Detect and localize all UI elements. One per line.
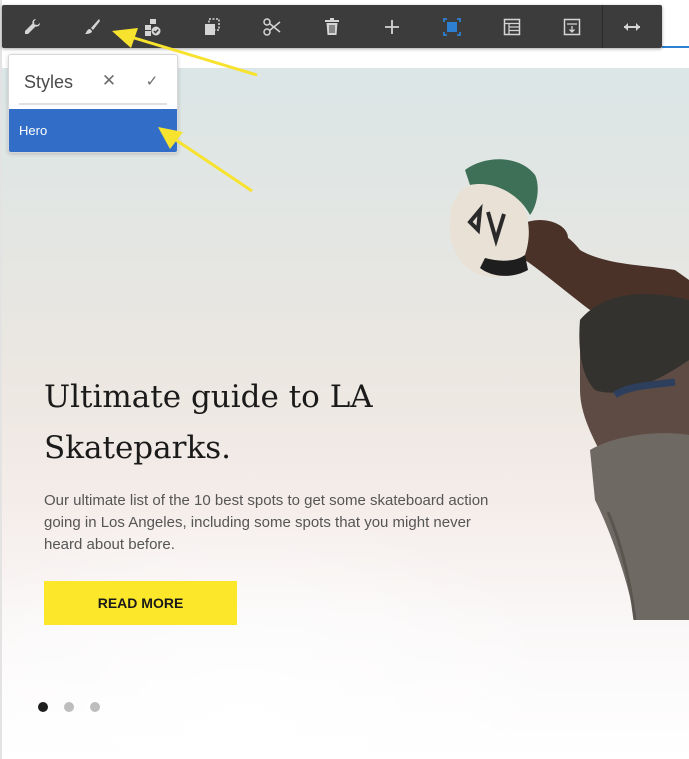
resize-button[interactable]: [602, 5, 662, 48]
configure-button[interactable]: [2, 5, 62, 48]
wrench-icon: [25, 18, 40, 34]
cut-button[interactable]: [242, 5, 302, 48]
policy-icon: [145, 18, 161, 36]
trash-icon: [325, 17, 339, 35]
hero-title: Ultimate guide to LA Skateparks.: [44, 372, 484, 474]
select-parent-icon: [443, 17, 461, 36]
page: Styles ✕ ✓ Hero Ultimate guide to LA Ska…: [0, 0, 689, 759]
policy-button[interactable]: [122, 5, 182, 48]
select-parent-button[interactable]: [422, 5, 482, 48]
component-toolbar: [2, 5, 662, 48]
carousel-dot-3[interactable]: [90, 702, 100, 712]
styles-popover-title: Styles: [24, 72, 74, 92]
copy-icon: [205, 17, 220, 35]
insert-button[interactable]: [362, 5, 422, 48]
group-icon: [563, 18, 581, 35]
hero-description: Our ultimate list of the 10 best spots t…: [44, 492, 489, 553]
carousel-dot-2[interactable]: [64, 702, 74, 712]
copy-button[interactable]: [182, 5, 242, 48]
selection-outline: [662, 46, 689, 48]
left-border: [0, 0, 2, 759]
close-icon[interactable]: ✕: [99, 71, 119, 93]
paintbrush-icon: [85, 18, 100, 34]
checkmark-icon[interactable]: ✓: [142, 72, 162, 94]
carousel-dot-1[interactable]: [38, 702, 48, 712]
group-button[interactable]: [542, 5, 602, 48]
hero-title-line-1: Ultimate guide to LA: [44, 379, 373, 415]
layout-button[interactable]: [482, 5, 542, 48]
resize-horizontal-icon: [624, 22, 640, 31]
styles-popover: Styles ✕ ✓ Hero: [8, 54, 178, 153]
table-layout-icon: [503, 18, 521, 35]
hero-title-line-2: Skateparks.: [44, 430, 231, 466]
plus-icon: [385, 19, 399, 34]
style-option-label: Hero: [19, 123, 48, 138]
styles-button[interactable]: [62, 5, 122, 48]
style-option-hero[interactable]: Hero: [9, 109, 177, 152]
scissors-icon: [263, 17, 281, 36]
popover-divider: [19, 103, 167, 105]
read-more-button[interactable]: READ MORE: [44, 581, 237, 625]
delete-button[interactable]: [302, 5, 362, 48]
